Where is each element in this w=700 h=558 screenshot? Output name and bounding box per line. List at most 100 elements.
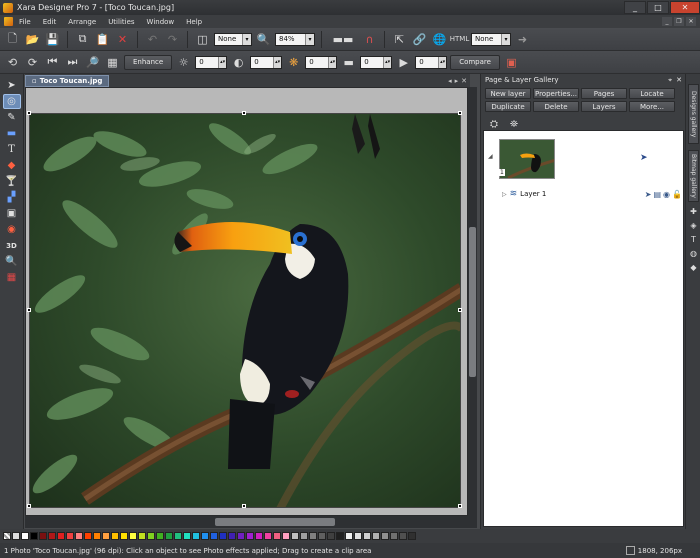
collapse-page-icon[interactable]: ◢: [488, 153, 493, 160]
freehand-tool-icon[interactable]: ✎: [3, 110, 21, 125]
color-swatch[interactable]: [291, 532, 299, 540]
line-width-icon[interactable]: ▬▬: [328, 31, 358, 48]
new-document-icon[interactable]: 🗋: [4, 31, 21, 48]
page-options-icon[interactable]: ⛭: [487, 117, 501, 131]
color-swatch[interactable]: [237, 532, 245, 540]
contour-tool-icon[interactable]: ▣: [3, 206, 21, 221]
color-swatch[interactable]: [66, 532, 74, 540]
vertical-scrollbar[interactable]: [468, 87, 477, 516]
sharpness-input[interactable]: 0 ▴▾: [415, 55, 448, 69]
toucan-photo[interactable]: [29, 113, 461, 508]
layer-lock-icon[interactable]: 🔓: [672, 190, 682, 199]
horizontal-scrollbar[interactable]: [25, 516, 477, 528]
delete-icon[interactable]: ✕: [114, 31, 131, 48]
color-swatch[interactable]: [372, 532, 380, 540]
line-gallery-icon[interactable]: ◍: [688, 249, 699, 260]
color-swatch[interactable]: [30, 532, 38, 540]
color-swatch[interactable]: [363, 532, 371, 540]
font-gallery-icon[interactable]: T: [688, 235, 699, 246]
clipart-gallery-icon[interactable]: ◈: [688, 221, 699, 232]
delete-button[interactable]: Delete: [533, 101, 579, 112]
menu-arrange[interactable]: Arrange: [68, 18, 96, 26]
color-swatch[interactable]: [183, 532, 191, 540]
menu-help[interactable]: Help: [186, 18, 202, 26]
snap-select[interactable]: None ▾: [471, 32, 511, 46]
pages-button[interactable]: Pages: [581, 88, 627, 99]
layer-select-icon[interactable]: ➤: [645, 190, 652, 199]
color-swatch[interactable]: [201, 532, 209, 540]
color-swatch[interactable]: [138, 532, 146, 540]
snap-magnet-icon[interactable]: ∩: [361, 31, 378, 48]
fill-gallery-icon[interactable]: ✚: [688, 207, 699, 218]
menu-edit[interactable]: Edit: [43, 18, 57, 26]
text-tool-icon[interactable]: T: [3, 142, 21, 157]
color-swatch[interactable]: [120, 532, 128, 540]
color-swatch[interactable]: [354, 532, 362, 540]
minimize-button[interactable]: _: [624, 1, 646, 14]
color-swatch[interactable]: [210, 532, 218, 540]
zoom-icon[interactable]: 🔍: [255, 31, 272, 48]
spinner-arrows-icon[interactable]: ▴▾: [383, 56, 392, 68]
doc-close-button[interactable]: ✕: [686, 17, 696, 26]
color-swatch[interactable]: [309, 532, 317, 540]
color-swatch[interactable]: [102, 532, 110, 540]
eyedropper-icon[interactable]: [12, 532, 20, 540]
temperature-input[interactable]: 0 ▴▾: [360, 55, 393, 69]
more-button[interactable]: More...: [629, 101, 675, 112]
rotate-left-icon[interactable]: ⟲: [4, 54, 21, 71]
horizontal-scroll-thumb[interactable]: [215, 518, 335, 526]
color-swatch[interactable]: [318, 532, 326, 540]
selection-handle[interactable]: [242, 111, 246, 115]
color-swatch[interactable]: [57, 532, 65, 540]
selection-handle[interactable]: [27, 308, 31, 312]
photo-tool-icon[interactable]: ◎: [2, 94, 21, 109]
color-swatch[interactable]: [129, 532, 137, 540]
undo-icon[interactable]: ↶: [144, 31, 161, 48]
menu-window[interactable]: Window: [147, 18, 175, 26]
selection-handle[interactable]: [458, 111, 462, 115]
color-swatch[interactable]: [111, 532, 119, 540]
brightness-input[interactable]: 0 ▴▾: [195, 55, 228, 69]
color-swatch[interactable]: [282, 532, 290, 540]
photo-adjust-icon[interactable]: ▣: [503, 54, 520, 71]
color-editor-icon[interactable]: ▦: [3, 270, 21, 285]
locate-button[interactable]: Locate: [629, 88, 675, 99]
close-tab-icon[interactable]: ✕: [461, 77, 467, 85]
saturation-input[interactable]: 0 ▴▾: [305, 55, 338, 69]
selection-handle[interactable]: [458, 504, 462, 508]
layer-row[interactable]: ▷ ≋ Layer 1 ➤ ▤ ◉ 🔓: [502, 188, 682, 200]
compare-button[interactable]: Compare: [450, 54, 500, 70]
color-swatch[interactable]: [39, 532, 47, 540]
color-swatch[interactable]: [255, 532, 263, 540]
color-swatch[interactable]: [336, 532, 344, 540]
page-pointer-icon[interactable]: ➤: [640, 153, 648, 163]
selection-handle[interactable]: [458, 308, 462, 312]
color-swatch[interactable]: [300, 532, 308, 540]
enhance-button[interactable]: Enhance: [124, 54, 173, 70]
color-swatch[interactable]: [228, 532, 236, 540]
transparency-tool-icon[interactable]: 🍸: [3, 174, 21, 189]
layer-print-icon[interactable]: ▤: [653, 190, 661, 199]
designs-gallery-tab[interactable]: Designs gallery: [688, 84, 699, 144]
color-swatch[interactable]: [147, 532, 155, 540]
color-swatch[interactable]: [327, 532, 335, 540]
menu-file[interactable]: File: [19, 18, 31, 26]
color-swatch[interactable]: [399, 532, 407, 540]
color-swatch[interactable]: [246, 532, 254, 540]
color-swatch[interactable]: [381, 532, 389, 540]
menu-utilities[interactable]: Utilities: [108, 18, 134, 26]
color-swatch[interactable]: [345, 532, 353, 540]
color-swatch[interactable]: [21, 532, 29, 540]
close-button[interactable]: ✕: [670, 1, 700, 14]
color-swatch[interactable]: [192, 532, 200, 540]
scroll-right-icon[interactable]: ▸: [455, 77, 459, 85]
page-thumbnail[interactable]: [499, 139, 555, 179]
rectangle-tool-icon[interactable]: ▬: [3, 126, 21, 141]
blend-tool-icon[interactable]: ◉: [3, 222, 21, 237]
bitmap-gallery-tab[interactable]: Bitmap gallery: [688, 150, 699, 202]
properties-button[interactable]: Properties...: [533, 88, 579, 99]
export-icon[interactable]: ⇱: [391, 31, 408, 48]
save-icon[interactable]: 💾: [44, 31, 61, 48]
quality-select[interactable]: None ▾: [214, 32, 252, 46]
quality-icon[interactable]: ◫: [194, 31, 211, 48]
